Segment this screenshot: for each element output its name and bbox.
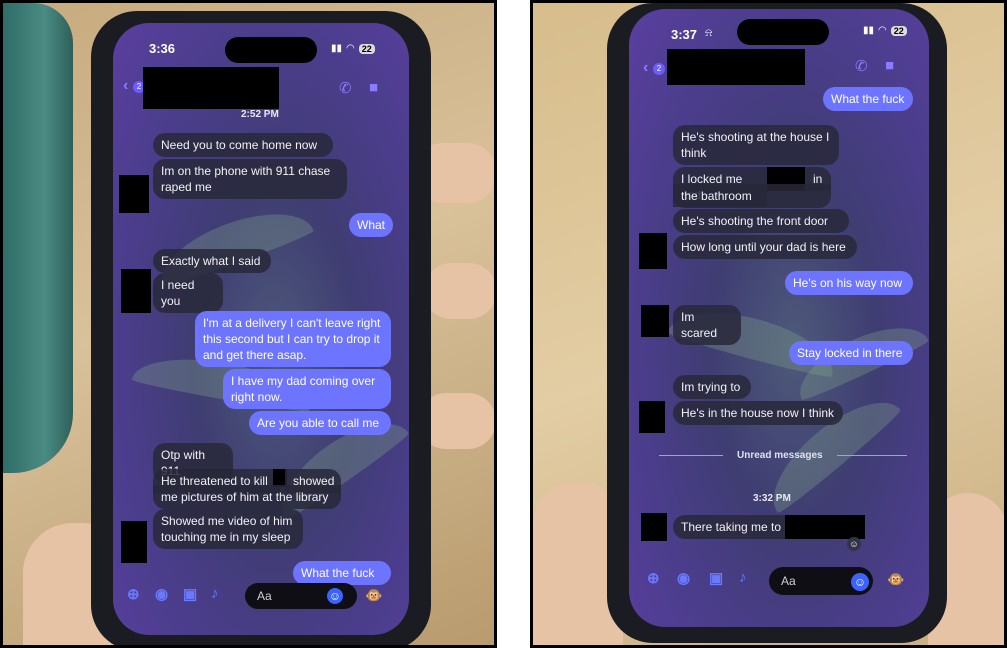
message-bubble[interactable]: What the fuck [293,561,391,585]
monkey-sticker-icon[interactable]: 🐵 [365,587,382,604]
screen: 3:36 ▮▮ ◠ 22 ‹ 2 ✆ ■ 2:52 PM Need you to… [113,23,409,635]
redacted-avatar [121,521,147,563]
status-icons: ▮▮ ◠ 22 [863,25,907,36]
message-bubble[interactable]: the bathroom [673,184,831,208]
screen: 3:37 ⍾ ▮▮ ◠ 22 ‹ 2 ✆ ■ What the fuck He'… [629,9,929,627]
redacted-avatar [641,305,669,337]
message-bubble[interactable]: He's shooting at the house I think [673,125,839,165]
message-bubble[interactable]: Exactly what I said [153,249,271,273]
message-bubble[interactable]: Im scared [673,305,741,345]
emoji-icon[interactable]: ☺ [851,573,869,591]
phone: 3:37 ⍾ ▮▮ ◠ 22 ‹ 2 ✆ ■ What the fuck He'… [607,3,947,643]
microphone-icon[interactable]: ♪ [211,585,219,602]
back-count-badge: 2 [653,63,665,75]
message-bubble[interactable]: He's shooting the front door [673,209,849,233]
screenshot-panel-right: 3:37 ⍾ ▮▮ ◠ 22 ‹ 2 ✆ ■ What the fuck He'… [530,0,1007,648]
message-bubble[interactable]: How long until your dad is here [673,235,857,259]
timestamp: 2:52 PM [241,109,279,120]
signal-icon: ▮▮ [863,25,875,36]
message-bubble[interactable]: I have my dad coming over right now. [223,369,391,409]
message-bubble[interactable]: Are you able to call me [249,411,391,435]
microphone-icon[interactable]: ♪ [739,569,747,586]
message-bubble[interactable]: He's on his way now [785,271,913,295]
unread-divider-line [837,455,907,456]
message-bubble[interactable]: What the fuck [823,87,913,111]
message-bubble[interactable]: I'm at a delivery I can't leave right th… [195,311,391,367]
message-bubble[interactable]: Stay locked in there [789,341,913,365]
unread-messages-label: Unread messages [737,450,823,461]
video-call-icon[interactable]: ■ [369,79,378,96]
plus-icon[interactable]: ⊕ [647,569,660,587]
battery-icon: 22 [358,43,375,54]
screenshot-panel-left: 3:36 ▮▮ ◠ 22 ‹ 2 ✆ ■ 2:52 PM Need you to… [0,0,497,648]
message-bubble[interactable]: Showed me video of him touching me in my… [153,509,303,549]
phone-call-icon[interactable]: ✆ [339,79,352,97]
bell-muted-icon: ⍾ [705,27,713,39]
status-time: 3:36 [149,41,176,56]
monkey-sticker-icon[interactable]: 🐵 [887,571,904,588]
message-bubble[interactable]: me pictures of him at the library [153,485,341,509]
emoji-icon[interactable]: ☺ [327,588,343,604]
phone-call-icon[interactable]: ✆ [855,57,868,75]
status-icons: ▮▮ ◠ 22 [331,43,375,54]
unread-divider-line [659,455,723,456]
image-icon[interactable]: ▣ [183,585,197,603]
message-bubble[interactable]: Im on the phone with 911 chase raped me [153,159,347,199]
phone: 3:36 ▮▮ ◠ 22 ‹ 2 ✆ ■ 2:52 PM Need you to… [91,11,431,645]
signal-icon: ▮▮ [331,43,343,54]
back-arrow-icon[interactable]: ‹ [643,59,648,77]
message-bubble[interactable]: He's in the house now I think [673,401,843,425]
camera-icon[interactable]: ◉ [155,585,168,603]
message-bubble[interactable]: What [349,213,393,237]
message-bubble[interactable]: Need you to come home now [153,133,333,157]
redacted-avatar [639,401,665,433]
plus-icon[interactable]: ⊕ [127,585,140,603]
reaction-emoji-icon[interactable]: ☺ [847,537,861,551]
battery-icon: 22 [890,25,907,36]
timestamp: 3:32 PM [753,493,791,504]
redacted-avatar [641,513,667,541]
back-arrow-icon[interactable]: ‹ [123,77,128,95]
wifi-icon: ◠ [346,43,355,54]
message-bubble[interactable]: I need you [153,273,223,313]
image-icon[interactable]: ▣ [709,569,723,587]
redacted-avatar [119,175,149,213]
redacted-contact-name [667,49,805,85]
redacted-contact-name [143,67,279,109]
message-bubble[interactable]: Im trying to [673,375,751,399]
dynamic-island [225,37,317,63]
camera-icon[interactable]: ◉ [677,569,690,587]
redacted-avatar [639,233,667,269]
sleeve [3,3,73,473]
redacted-avatar [121,269,151,313]
status-time: 3:37 [671,27,698,42]
redacted-location [785,515,865,539]
wifi-icon: ◠ [878,25,887,36]
dynamic-island [737,19,829,45]
video-call-icon[interactable]: ■ [885,57,894,74]
finger [423,263,494,319]
